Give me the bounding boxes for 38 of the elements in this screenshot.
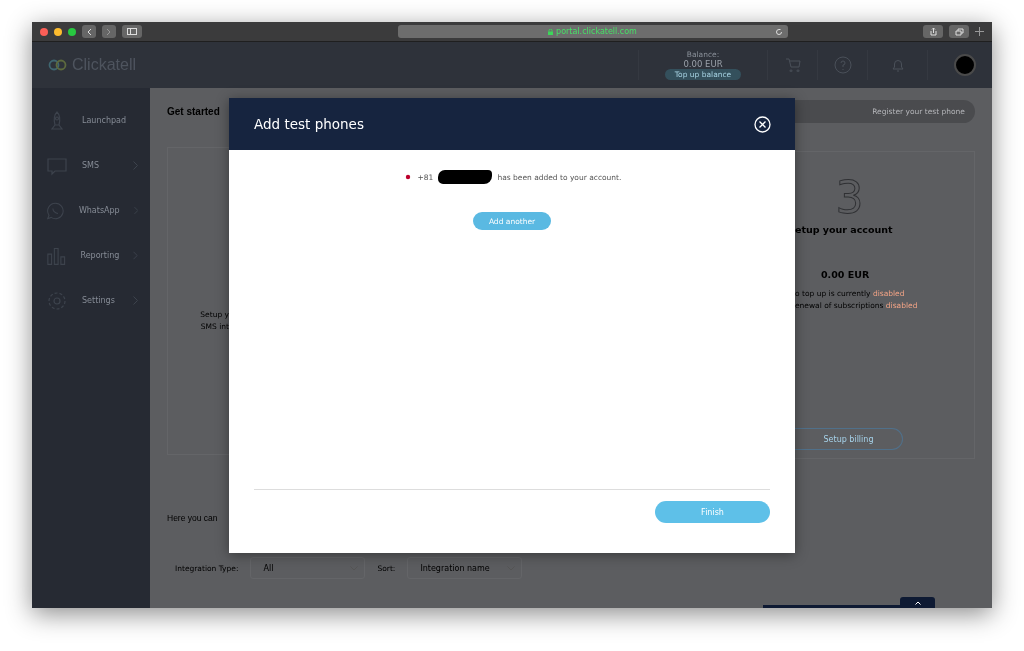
lock-icon — [548, 28, 554, 35]
reload-icon[interactable] — [774, 27, 783, 36]
caret-up-icon — [914, 600, 921, 605]
redaction-mark — [438, 170, 493, 184]
sidebar-toggle-button[interactable] — [122, 25, 142, 38]
sidebar-item[interactable]: Settings — [32, 278, 150, 323]
sidebar-item[interactable]: SMS — [32, 143, 150, 188]
back-button[interactable] — [82, 25, 96, 38]
sidebar-item[interactable]: Reporting — [32, 233, 150, 278]
new-tab-icon[interactable] — [975, 27, 984, 36]
logo-icon — [48, 59, 68, 71]
close-window-icon[interactable] — [40, 27, 48, 36]
share-icon — [929, 27, 937, 36]
filter-dropdown[interactable]: All — [250, 557, 366, 579]
tabs-button[interactable] — [949, 25, 969, 38]
balance-amount: 0.00 EUR — [683, 59, 723, 69]
sidebar-item[interactable]: WhatsApp — [32, 188, 150, 233]
page-heading: Get started — [167, 106, 221, 117]
tabs-icon — [954, 27, 964, 36]
filter-dropdown[interactable]: Integration name — [407, 557, 523, 579]
modal-title: Add test phones — [254, 116, 364, 132]
sidebar-item[interactable]: Launchpad — [32, 98, 150, 143]
chevron-right-icon — [133, 161, 138, 170]
address-bar[interactable]: portal.clickatell.com — [397, 25, 788, 38]
share-button[interactable] — [923, 25, 943, 38]
close-icon[interactable] — [754, 115, 771, 133]
chevron-right-icon — [106, 27, 112, 36]
zoom-window-icon[interactable] — [68, 27, 76, 36]
card-balance: 0.00 EUR — [821, 269, 871, 280]
settings-icon — [46, 289, 68, 312]
minimize-window-icon[interactable] — [54, 27, 62, 36]
avatar[interactable] — [954, 54, 976, 76]
chevron-right-icon — [133, 296, 138, 305]
card-title: etup your account — [795, 224, 894, 235]
sidebar-icon — [127, 28, 137, 35]
forward-button[interactable] — [102, 25, 116, 38]
intro-text: Here you can — [167, 513, 219, 523]
chevron-left-icon — [86, 27, 92, 36]
